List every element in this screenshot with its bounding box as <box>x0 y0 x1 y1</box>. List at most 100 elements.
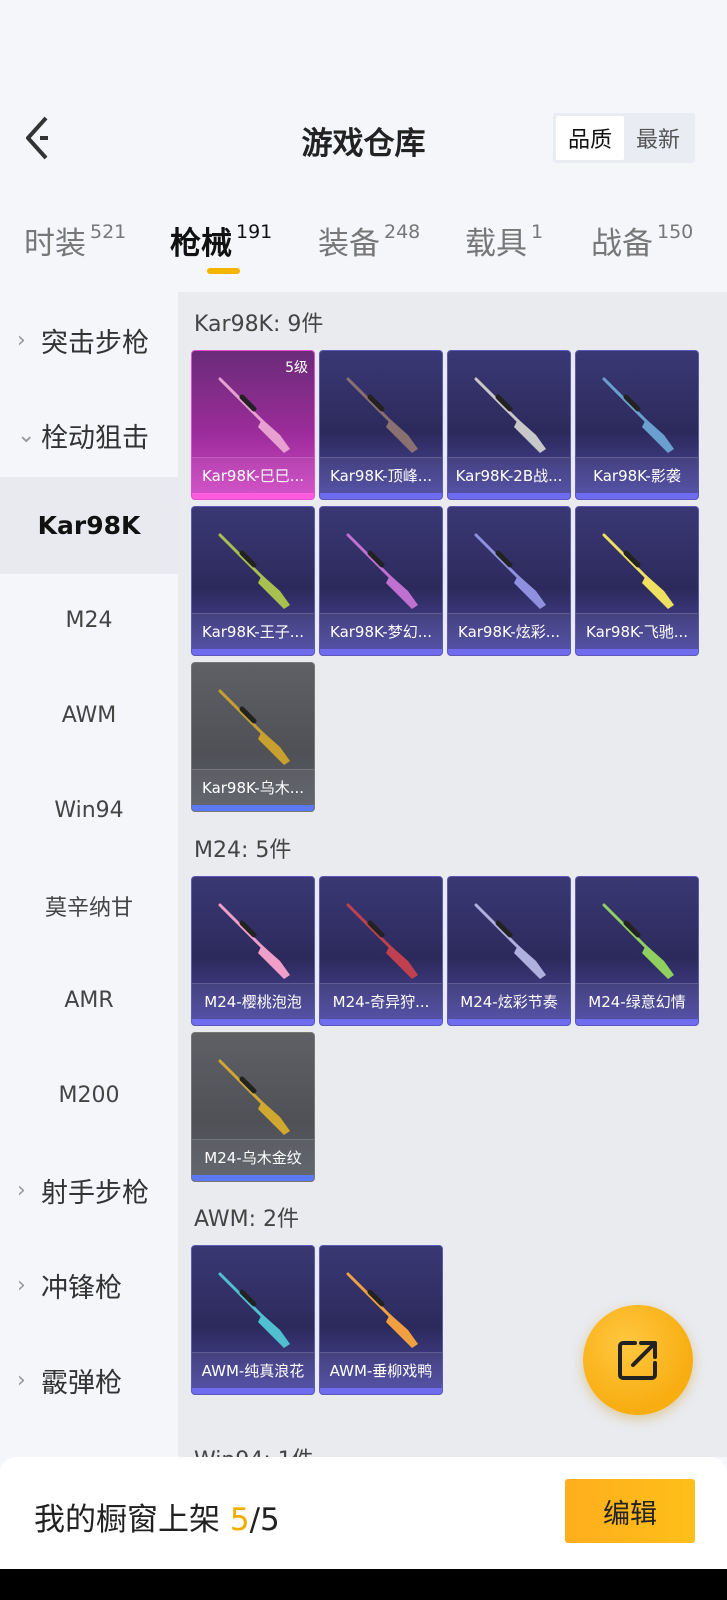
rarity-bar <box>192 1019 314 1025</box>
weapon-card[interactable]: Kar98K-炫彩... <box>447 506 571 656</box>
sidebar-item-label: 栓动狙击 <box>41 423 149 454</box>
weapon-card[interactable]: AWM-纯真浪花 <box>191 1245 315 1395</box>
sidebar-item-label: 突击步枪 <box>41 328 149 359</box>
tab-equipment[interactable]: 装备 248 <box>318 218 420 278</box>
section-title: M24: 5件 <box>194 838 292 863</box>
rifle-icon <box>218 903 290 979</box>
tab-label: 装备 <box>318 226 380 262</box>
chevron-right-icon: › <box>17 328 26 353</box>
rifle-icon <box>218 533 290 609</box>
system-nav-bar <box>0 1569 727 1600</box>
sidebar-item-assault-rifle[interactable]: › 突击步枪 <box>0 292 178 389</box>
sort-newest-option[interactable]: 最新 <box>624 116 692 160</box>
rifle-icon <box>602 903 674 979</box>
chevron-right-icon: › <box>17 1178 26 1203</box>
tab-fashion[interactable]: 时装 521 <box>24 218 126 278</box>
chevron-right-icon: › <box>17 1273 26 1298</box>
weapon-name: M24-奇异狩... <box>320 983 442 1019</box>
weapon-card[interactable]: Kar98K-飞驰... <box>575 506 699 656</box>
showcase-bar: 我的橱窗上架 5/5 编辑 <box>0 1457 727 1569</box>
weapon-name: AWM-垂柳戏鸭 <box>320 1352 442 1388</box>
weapon-card[interactable]: Kar98K-梦幻... <box>319 506 443 656</box>
sidebar-item-label: Kar98K <box>37 511 141 540</box>
weapon-name: AWM-纯真浪花 <box>192 1352 314 1388</box>
share-button[interactable] <box>583 1305 693 1415</box>
sidebar-item-label: 霰弹枪 <box>41 1368 122 1399</box>
sidebar-item-label: M200 <box>58 1083 120 1108</box>
sidebar-item-shotgun[interactable]: › 霰弹枪 <box>0 1332 178 1429</box>
tab-battle-prep[interactable]: 战备 150 <box>591 218 693 278</box>
category-tabs: 时装 521 枪械 191 装备 248 载具 1 战备 150 <box>0 218 727 278</box>
weapon-card[interactable]: M24-樱桃泡泡 <box>191 876 315 1026</box>
section-title: AWM: 2件 <box>194 1207 299 1232</box>
sidebar-item-label: 射手步枪 <box>41 1178 149 1209</box>
tab-count: 150 <box>657 221 694 243</box>
weapon-name: M24-乌木金纹 <box>192 1139 314 1175</box>
sidebar-item-bolt-sniper[interactable]: ⌄ 栓动狙击 <box>0 387 178 484</box>
weapon-card[interactable]: Kar98K-2B战... <box>447 350 571 500</box>
rifle-icon <box>346 1272 418 1348</box>
sidebar-item-m24[interactable]: M24 <box>0 572 178 669</box>
sidebar-item-label: 冲锋枪 <box>41 1273 122 1304</box>
weapon-card[interactable]: 5级 Kar98K-巳巳... <box>191 350 315 500</box>
level-badge: 5级 <box>285 360 308 376</box>
rarity-bar <box>448 1019 570 1025</box>
sidebar-item-win94[interactable]: Win94 <box>0 762 178 859</box>
section-title: Win94: 1件 <box>194 1442 314 1457</box>
rifle-icon <box>218 1272 290 1348</box>
sidebar-item-amr[interactable]: AMR <box>0 952 178 1049</box>
weapon-card[interactable]: M24-奇异狩... <box>319 876 443 1026</box>
rarity-bar <box>192 1388 314 1394</box>
rarity-bar <box>320 1388 442 1394</box>
sidebar-item-mosin[interactable]: 莫辛纳甘 <box>0 857 178 954</box>
tab-label: 战备 <box>591 226 653 262</box>
sort-toggle: 品质 最新 <box>553 113 695 163</box>
edit-button[interactable]: 编辑 <box>565 1479 695 1543</box>
tab-vehicles[interactable]: 载具 1 <box>465 218 543 278</box>
chevron-down-icon: ⌄ <box>17 423 36 448</box>
weapon-name: M24-炫彩节奏 <box>448 983 570 1019</box>
sidebar-item-m200[interactable]: M200 <box>0 1047 178 1144</box>
weapon-card[interactable]: M24-绿意幻情 <box>575 876 699 1026</box>
rarity-bar <box>192 1175 314 1181</box>
weapon-card[interactable]: Kar98K-王子... <box>191 506 315 656</box>
tab-count: 248 <box>384 221 421 243</box>
rarity-bar <box>576 493 698 499</box>
rarity-bar <box>192 805 314 811</box>
sidebar-item-awm[interactable]: AWM <box>0 667 178 764</box>
sidebar-item-label: AWM <box>61 703 117 728</box>
sidebar-item-smg[interactable]: › 冲锋枪 <box>0 1237 178 1334</box>
weapon-card[interactable]: M24-炫彩节奏 <box>447 876 571 1026</box>
rifle-icon <box>218 377 290 453</box>
weapon-card[interactable]: M24-乌木金纹 <box>191 1032 315 1182</box>
share-icon <box>618 1341 657 1380</box>
sidebar-item-label: Win94 <box>54 798 124 823</box>
showcase-shown-count: 5 <box>229 1502 250 1538</box>
showcase-status: 我的橱窗上架 5/5 <box>34 1494 280 1539</box>
rifle-icon <box>346 533 418 609</box>
sidebar-item-kar98k[interactable]: Kar98K <box>0 477 178 574</box>
showcase-total-count: 5 <box>260 1502 280 1538</box>
sidebar-item-label: M24 <box>65 608 113 633</box>
weapon-card[interactable]: Kar98K-乌木... <box>191 662 315 812</box>
rarity-bar <box>448 493 570 499</box>
rarity-bar <box>320 1019 442 1025</box>
section-title: Kar98K: 9件 <box>194 312 324 337</box>
weapon-name: M24-绿意幻情 <box>576 983 698 1019</box>
weapon-card[interactable]: AWM-垂柳戏鸭 <box>319 1245 443 1395</box>
weapon-card[interactable]: Kar98K-顶峰... <box>319 350 443 500</box>
sort-quality-option[interactable]: 品质 <box>556 116 624 160</box>
weapon-name: Kar98K-顶峰... <box>320 457 442 493</box>
weapon-name: Kar98K-巳巳... <box>192 457 314 493</box>
chevron-right-icon: › <box>17 1368 26 1393</box>
rarity-bar <box>576 649 698 655</box>
rifle-icon <box>474 533 546 609</box>
tab-count: 1 <box>531 221 544 243</box>
rarity-bar <box>192 493 314 499</box>
header: 游戏仓库 品质 最新 <box>0 0 727 190</box>
sidebar-item-marksman-rifle[interactable]: › 射手步枪 <box>0 1142 178 1239</box>
showcase-separator: / <box>249 1502 261 1538</box>
weapon-card[interactable]: Kar98K-影袭 <box>575 350 699 500</box>
rifle-icon <box>346 377 418 453</box>
showcase-label: 我的橱窗上架 <box>34 1502 220 1538</box>
